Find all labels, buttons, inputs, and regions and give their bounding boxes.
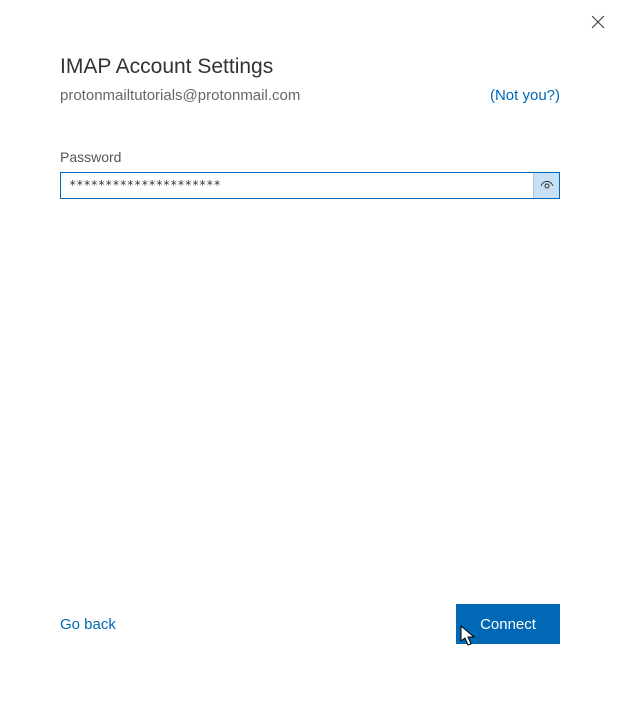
page-title: IMAP Account Settings [60, 55, 560, 79]
password-label: Password [60, 149, 560, 165]
show-password-button[interactable] [533, 173, 559, 198]
close-icon [591, 15, 605, 29]
not-you-link[interactable]: (Not you?) [490, 87, 560, 104]
password-input[interactable] [61, 173, 533, 198]
account-email: protonmailtutorials@protonmail.com [60, 87, 300, 104]
close-button[interactable] [590, 14, 606, 30]
connect-button[interactable]: Connect [456, 604, 560, 644]
password-field-wrapper [60, 172, 560, 199]
eye-icon [539, 178, 555, 194]
go-back-link[interactable]: Go back [60, 616, 116, 633]
